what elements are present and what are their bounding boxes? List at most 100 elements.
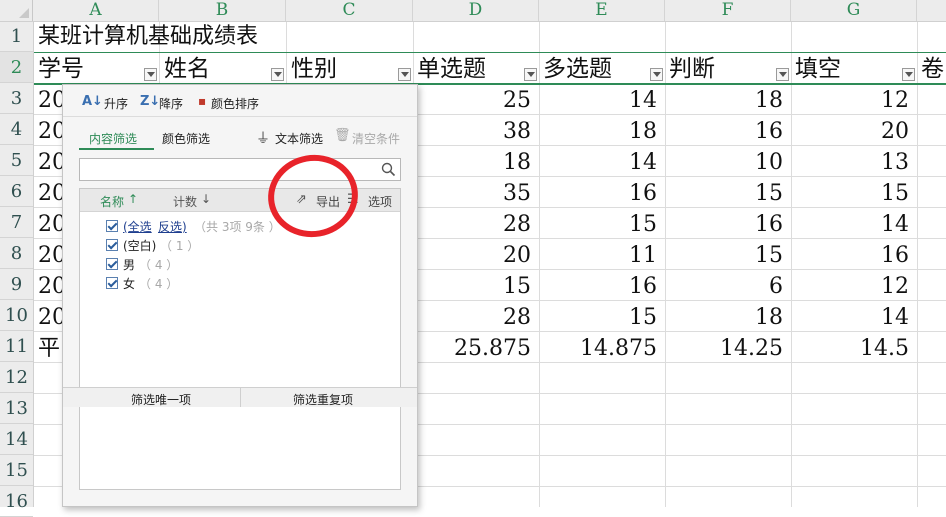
row-header-13[interactable]: 13 (0, 393, 33, 424)
filter-dropdown-button[interactable] (902, 68, 915, 81)
cell-d[interactable]: 20 (413, 241, 539, 271)
cell-e[interactable]: 14 (539, 86, 665, 116)
row-header-1[interactable]: 1 (0, 22, 33, 52)
cell-f[interactable]: 18 (665, 86, 791, 116)
cell-f[interactable]: 18 (665, 303, 791, 333)
column-header-h[interactable] (917, 0, 946, 21)
cell-d[interactable]: 28 (413, 303, 539, 333)
cell-d[interactable]: 28 (413, 210, 539, 240)
cell-g[interactable]: 13 (791, 148, 917, 178)
row-header-10[interactable]: 10 (0, 300, 33, 331)
cell-g[interactable]: 12 (791, 272, 917, 302)
text-filter-button[interactable]: 文本筛选 (275, 130, 323, 147)
cell-e[interactable]: 15 (539, 303, 665, 333)
cell-a[interactable]: 20 (38, 241, 62, 271)
cell-a[interactable]: 20 (38, 117, 62, 147)
cell-e[interactable]: 14 (539, 148, 665, 178)
sheet-title[interactable]: 某班计算机基础成绩表 (38, 22, 438, 52)
header-cell-gender[interactable]: 性别 (291, 54, 337, 84)
checkbox[interactable] (106, 239, 118, 251)
options-button[interactable]: 选项 (368, 193, 392, 210)
column-header-a[interactable]: A (33, 0, 159, 21)
column-header-g[interactable]: G (791, 0, 917, 21)
tab-content-filter[interactable]: 内容筛选 (89, 130, 137, 147)
header-cell-paper[interactable]: 卷 (921, 54, 944, 84)
header-cell-fill-blank[interactable]: 填空 (795, 54, 841, 84)
sort-desc-button[interactable]: 降序 (159, 95, 183, 112)
column-name-sort[interactable]: 名称 (100, 193, 124, 210)
invert-selection-link[interactable]: 反选) (158, 218, 187, 235)
cell-e[interactable]: 18 (539, 117, 665, 147)
cell-a[interactable]: 20 (38, 86, 62, 116)
cell-d[interactable]: 18 (413, 148, 539, 178)
cell-f-average[interactable]: 14.25 (665, 334, 791, 364)
cell-g-average[interactable]: 14.5 (791, 334, 917, 364)
cell-g[interactable]: 14 (791, 303, 917, 333)
cell-f[interactable]: 6 (665, 272, 791, 302)
checkbox[interactable] (106, 220, 118, 232)
row-header-12[interactable]: 12 (0, 362, 33, 393)
cell-e[interactable]: 16 (539, 179, 665, 209)
row-header-11[interactable]: 11 (0, 331, 33, 362)
filter-duplicate-button[interactable]: 筛选重复项 (293, 391, 353, 408)
tab-color-filter[interactable]: 颜色筛选 (162, 130, 210, 147)
list-item[interactable]: 女 （ 4 ） (106, 274, 386, 292)
header-cell-single-choice[interactable]: 单选题 (417, 54, 486, 84)
cell-d[interactable]: 25 (413, 86, 539, 116)
column-count-sort[interactable]: 计数 (173, 193, 197, 210)
header-cell-name[interactable]: 姓名 (164, 54, 210, 84)
cell-a[interactable]: 20 (38, 148, 62, 178)
cell-d[interactable]: 38 (413, 117, 539, 147)
cell-f[interactable]: 16 (665, 210, 791, 240)
cell-d[interactable]: 15 (413, 272, 539, 302)
row-header-4[interactable]: 4 (0, 114, 33, 145)
row-header-2[interactable]: 2 (0, 52, 33, 83)
filter-dropdown-button[interactable] (776, 68, 789, 81)
select-all-link[interactable]: (全选 (123, 218, 152, 235)
header-cell-judgement[interactable]: 判断 (669, 54, 715, 84)
column-header-b[interactable]: B (159, 0, 286, 21)
row-header-7[interactable]: 7 (0, 207, 33, 238)
filter-unique-button[interactable]: 筛选唯一项 (131, 391, 191, 408)
filter-dropdown-button[interactable] (398, 68, 411, 81)
header-cell-multi-choice[interactable]: 多选题 (543, 54, 612, 84)
header-cell-id[interactable]: 学号 (38, 54, 84, 84)
cell-d-average[interactable]: 25.875 (413, 334, 539, 364)
cell-e[interactable]: 11 (539, 241, 665, 271)
row-header-3[interactable]: 3 (0, 83, 33, 114)
row-header-14[interactable]: 14 (0, 424, 33, 455)
list-item[interactable]: (空白) （ 1 ） (106, 236, 386, 254)
checkbox[interactable] (106, 277, 118, 289)
row-header-6[interactable]: 6 (0, 176, 33, 207)
row-header-16[interactable]: 16 (0, 486, 33, 517)
cell-a[interactable]: 20 (38, 179, 62, 209)
row-header-15[interactable]: 15 (0, 455, 33, 486)
cell-f[interactable]: 16 (665, 117, 791, 147)
cell-d[interactable]: 35 (413, 179, 539, 209)
cell-a[interactable]: 20 (38, 272, 62, 302)
cell-g[interactable]: 15 (791, 179, 917, 209)
list-item[interactable]: 男 （ 4 ） (106, 255, 386, 273)
column-header-f[interactable]: F (665, 0, 791, 21)
row-header-5[interactable]: 5 (0, 145, 33, 176)
cell-f[interactable]: 15 (665, 179, 791, 209)
cell-g[interactable]: 16 (791, 241, 917, 271)
cell-f[interactable]: 10 (665, 148, 791, 178)
cell-e[interactable]: 16 (539, 272, 665, 302)
row-header-8[interactable]: 8 (0, 238, 33, 269)
cell-e-average[interactable]: 14.875 (539, 334, 665, 364)
filter-dropdown-button[interactable] (524, 68, 537, 81)
cell-g[interactable]: 12 (791, 86, 917, 116)
cell-a[interactable]: 20 (38, 210, 62, 240)
color-sort-button[interactable]: 颜色排序 (211, 95, 259, 112)
filter-dropdown-button[interactable] (144, 68, 157, 81)
checkbox[interactable] (106, 258, 118, 270)
search-icon[interactable] (381, 162, 396, 177)
filter-dropdown-button[interactable] (271, 68, 284, 81)
cell-g[interactable]: 20 (791, 117, 917, 147)
cell-a[interactable]: 20 (38, 303, 62, 333)
cell-a[interactable]: 平 (38, 334, 62, 364)
clear-conditions-button[interactable]: 清空条件 (352, 130, 400, 147)
column-header-c[interactable]: C (286, 0, 413, 21)
sort-asc-button[interactable]: 升序 (104, 95, 128, 112)
